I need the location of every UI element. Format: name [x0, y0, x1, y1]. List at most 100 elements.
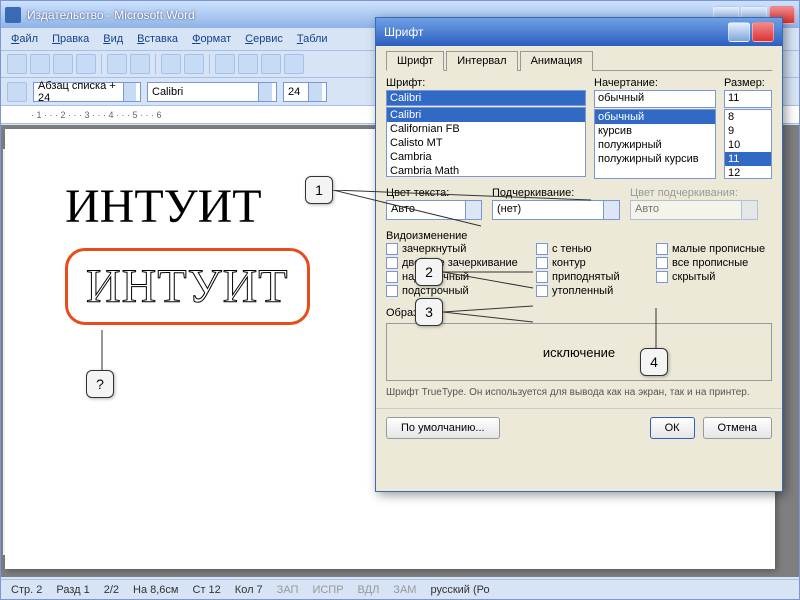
- dialog-help-button[interactable]: [728, 22, 750, 42]
- research-icon[interactable]: [184, 54, 204, 74]
- style-label: Начертание:: [594, 77, 716, 89]
- callout-question: ?: [86, 370, 114, 398]
- tab-animation[interactable]: Анимация: [520, 51, 594, 71]
- open-icon[interactable]: [30, 54, 50, 74]
- callout-3-leader: [443, 304, 623, 334]
- status-lang[interactable]: русский (Ро: [430, 584, 489, 596]
- size-value: 24: [288, 86, 300, 98]
- styles-pane-icon[interactable]: [7, 82, 27, 102]
- style-value: Абзац списка + 24: [38, 80, 123, 104]
- callout-2: 2: [415, 258, 443, 286]
- status-section: Разд 1: [56, 584, 89, 596]
- font-name-input[interactable]: Calibri: [386, 90, 586, 106]
- chevron-down-icon[interactable]: [604, 200, 620, 220]
- font-size-input[interactable]: 11: [724, 90, 772, 108]
- paste-icon[interactable]: [261, 54, 281, 74]
- status-line: Ст 12: [193, 584, 221, 596]
- toolbar-separator: [155, 54, 156, 74]
- list-item[interactable]: 11: [725, 152, 771, 166]
- status-trk: ИСПР: [312, 584, 343, 596]
- checkbox-hidden[interactable]: скрытый: [656, 271, 776, 283]
- menu-format[interactable]: Формат: [192, 33, 231, 45]
- style-selector[interactable]: Абзац списка + 24: [33, 82, 141, 102]
- font-value: Calibri: [152, 86, 183, 98]
- dialog-titlebar: Шрифт: [376, 18, 782, 46]
- tab-font[interactable]: Шрифт: [386, 51, 444, 71]
- font-name-value: Calibri: [387, 91, 585, 105]
- style-list[interactable]: обычный курсив полужирный полужирный кур…: [594, 109, 716, 179]
- print-preview-icon[interactable]: [130, 54, 150, 74]
- font-label: Шрифт:: [386, 77, 586, 89]
- dialog-close-button[interactable]: [752, 22, 774, 42]
- toolbar-separator: [209, 54, 210, 74]
- dialog-tabs: Шрифт Интервал Анимация: [386, 50, 772, 71]
- callout-4-leader: [654, 308, 658, 350]
- list-item[interactable]: Cambria: [387, 150, 585, 164]
- ok-button[interactable]: ОК: [650, 417, 695, 439]
- save-icon[interactable]: [53, 54, 73, 74]
- menu-view[interactable]: Вид: [103, 33, 123, 45]
- menu-insert[interactable]: Вставка: [137, 33, 178, 45]
- callout-4: 4: [640, 348, 668, 376]
- font-selector[interactable]: Calibri: [147, 82, 277, 102]
- list-item[interactable]: обычный: [595, 110, 715, 124]
- chevron-down-icon[interactable]: [308, 83, 322, 101]
- underline-color-value: Авто: [630, 200, 742, 220]
- list-item[interactable]: 8: [725, 110, 771, 124]
- font-list[interactable]: Calibri Californian FB Calisto MT Cambri…: [386, 107, 586, 177]
- checkbox-allcaps[interactable]: все прописные: [656, 257, 776, 269]
- status-ext: ВДЛ: [358, 584, 380, 596]
- tab-spacing[interactable]: Интервал: [446, 51, 517, 71]
- list-item[interactable]: Calibri: [387, 108, 585, 122]
- callout-2-leader: [443, 266, 623, 296]
- list-item[interactable]: курсив: [595, 124, 715, 138]
- chevron-down-icon: [742, 200, 758, 220]
- menu-tools[interactable]: Сервис: [245, 33, 283, 45]
- font-style-input[interactable]: обычный: [594, 90, 716, 108]
- list-item[interactable]: Californian FB: [387, 122, 585, 136]
- spellcheck-icon[interactable]: [161, 54, 181, 74]
- list-item[interactable]: Cambria Math: [387, 164, 585, 177]
- underline-color-combo: Авто: [630, 200, 758, 220]
- underline-color-label: Цвет подчеркивания:: [630, 187, 758, 199]
- size-label: Размер:: [724, 77, 772, 89]
- font-size-selector[interactable]: 24: [283, 82, 327, 102]
- sample-text-outline: ИНТУИТ: [86, 259, 289, 314]
- preview-text: исключение: [543, 345, 615, 360]
- print-icon[interactable]: [107, 54, 127, 74]
- callout-3: 3: [415, 298, 443, 326]
- size-list[interactable]: 8 9 10 11 12: [724, 109, 772, 179]
- cut-icon[interactable]: [215, 54, 235, 74]
- word-app-icon: [5, 7, 21, 23]
- new-doc-icon[interactable]: [7, 54, 27, 74]
- status-pages: 2/2: [104, 584, 119, 596]
- callout-1-leader: [333, 190, 593, 260]
- callout-q-leader: [100, 330, 104, 372]
- list-item[interactable]: полужирный: [595, 138, 715, 152]
- list-item[interactable]: полужирный курсив: [595, 152, 715, 166]
- highlighted-region: ИНТУИТ: [65, 248, 310, 325]
- default-button[interactable]: По умолчанию...: [386, 417, 500, 439]
- status-col: Кол 7: [235, 584, 263, 596]
- chevron-down-icon[interactable]: [258, 83, 272, 101]
- list-item[interactable]: 10: [725, 138, 771, 152]
- menu-table[interactable]: Табли: [297, 33, 328, 45]
- format-painter-icon[interactable]: [284, 54, 304, 74]
- status-page: Стр. 2: [11, 584, 42, 596]
- copy-icon[interactable]: [238, 54, 258, 74]
- chevron-down-icon[interactable]: [123, 83, 136, 101]
- status-ovr: ЗАМ: [393, 584, 416, 596]
- permission-icon[interactable]: [76, 54, 96, 74]
- menu-edit[interactable]: Правка: [52, 33, 89, 45]
- checkbox-smallcaps[interactable]: малые прописные: [656, 243, 776, 255]
- callout-1: 1: [305, 176, 333, 204]
- list-item[interactable]: Calisto MT: [387, 136, 585, 150]
- status-bar: Стр. 2 Разд 1 2/2 На 8,6см Ст 12 Кол 7 З…: [1, 579, 799, 599]
- status-at: На 8,6см: [133, 584, 178, 596]
- list-item[interactable]: 12: [725, 166, 771, 179]
- menu-file[interactable]: Файл: [11, 33, 38, 45]
- list-item[interactable]: 9: [725, 124, 771, 138]
- toolbar-separator: [101, 54, 102, 74]
- cancel-button[interactable]: Отмена: [703, 417, 772, 439]
- dialog-title: Шрифт: [384, 25, 728, 39]
